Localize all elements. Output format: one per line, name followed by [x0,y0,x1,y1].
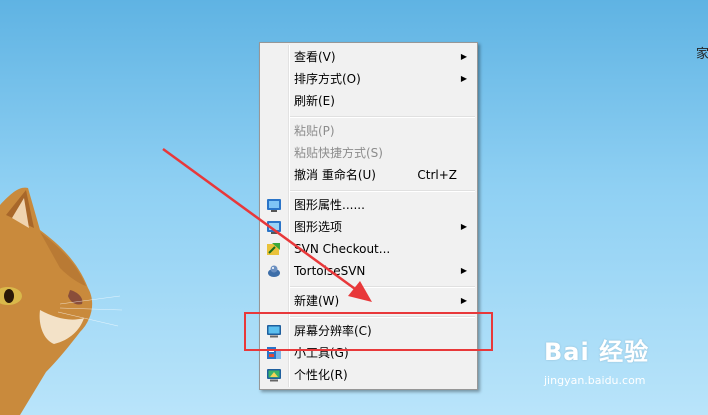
watermark-brand: Bai 经验 [544,338,650,366]
annotation-highlight-box [244,312,493,351]
baidu-jingyan-watermark: Bai 经验 jingyan.baidu.com [544,332,650,387]
watermark-url: jingyan.baidu.com [544,374,646,387]
